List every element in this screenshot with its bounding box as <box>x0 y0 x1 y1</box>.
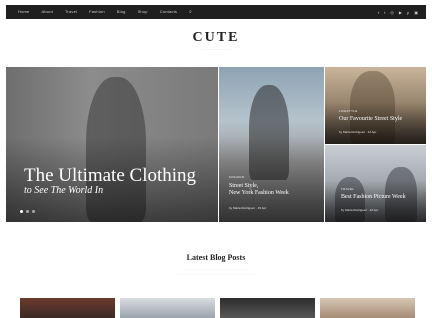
twitter-icon[interactable]: t <box>384 10 385 15</box>
slider-dot[interactable] <box>20 210 23 213</box>
nav-item-shop[interactable]: Shop <box>132 9 154 15</box>
nav-item-blog[interactable]: Blog <box>111 9 132 15</box>
nav-item-contacts[interactable]: Contacts <box>154 9 183 15</box>
hero-bottom-right-meta: by Maria Rodriguez · 10 Apr <box>341 208 379 212</box>
hero-grid: The Ultimate Clothing to See The World I… <box>6 67 426 222</box>
latest-posts-description: ········································… <box>177 267 255 276</box>
slider-dots <box>20 210 35 213</box>
slider-dot[interactable] <box>26 210 29 213</box>
post-thumbnail[interactable] <box>20 298 115 318</box>
hero-top-right-category[interactable]: Lifestyle <box>339 109 358 113</box>
nav-item-travel[interactable]: Travel <box>59 9 83 15</box>
hero-top-right-post[interactable]: Lifestyle Our Favourite Street Style by … <box>325 67 426 144</box>
hero-bottom-right-category[interactable]: Travel <box>341 187 354 191</box>
nav-item-about[interactable]: About <box>35 9 58 15</box>
rss-icon[interactable]: ▣ <box>414 10 418 15</box>
youtube-icon[interactable]: ▶ <box>399 10 402 15</box>
nav-item-fashion[interactable]: Fashion <box>83 9 111 15</box>
hero-mid-title[interactable]: Street Style, New York Fashion Week <box>229 183 289 197</box>
hero-bottom-right-post[interactable]: Travel Best Fashion Picture Week by Mari… <box>325 145 426 222</box>
post-thumbnail[interactable] <box>220 298 315 318</box>
search-icon[interactable]: ⌕ <box>183 9 198 15</box>
instagram-icon[interactable]: ◎ <box>390 10 394 15</box>
site-tagline: ····························· <box>201 47 231 51</box>
nav-item-home[interactable]: Home <box>12 9 35 15</box>
latest-posts-thumbnails <box>20 298 416 318</box>
hero-top-right-title[interactable]: Our Favourite Street Style <box>339 116 421 123</box>
post-thumbnail[interactable] <box>120 298 215 318</box>
hero-main-title[interactable]: The Ultimate Clothing <box>24 165 196 187</box>
hero-mid-post[interactable]: Fashion Street Style, New York Fashion W… <box>219 67 324 222</box>
pinterest-icon[interactable]: p <box>407 10 409 15</box>
hero-mid-category[interactable]: Fashion <box>229 175 244 179</box>
social-links: f t ◎ ▶ p ▣ <box>378 10 426 15</box>
top-nav-bar: Home About Travel Fashion Blog Shop Cont… <box>6 5 426 19</box>
hero-top-right-meta: by Maria Rodriguez · 12 Apr <box>339 130 377 134</box>
facebook-icon[interactable]: f <box>378 10 379 15</box>
hero-main-slide[interactable]: The Ultimate Clothing to See The World I… <box>6 67 218 222</box>
main-nav: Home About Travel Fashion Blog Shop Cont… <box>6 9 198 15</box>
hero-mid-title-line2: New York Fashion Week <box>229 190 289 196</box>
slider-dot[interactable] <box>32 210 35 213</box>
hero-bottom-right-title[interactable]: Best Fashion Picture Week <box>341 194 421 201</box>
hero-mid-title-line1: Street Style, <box>229 183 259 189</box>
site-logo[interactable]: CUTE <box>0 30 432 46</box>
post-thumbnail[interactable] <box>320 298 415 318</box>
hero-mid-meta: by Maria Rodriguez · 15 Apr <box>229 206 267 210</box>
hero-main-subtitle: to See The World In <box>24 185 104 196</box>
latest-posts-title: Latest Blog Posts <box>186 253 246 262</box>
